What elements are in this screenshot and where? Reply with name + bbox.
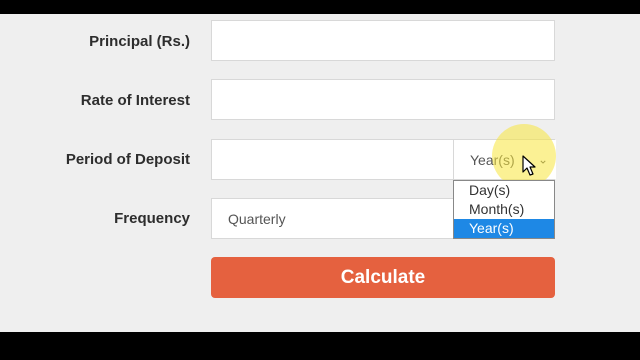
frequency-value: Quarterly <box>228 210 286 227</box>
principal-input[interactable] <box>211 20 555 61</box>
mouse-pointer-icon <box>522 155 536 176</box>
option-days[interactable]: Day(s) <box>454 181 554 200</box>
bottom-bar <box>0 332 640 360</box>
option-months[interactable]: Month(s) <box>454 200 554 219</box>
period-label: Period of Deposit <box>65 151 190 168</box>
calculate-button[interactable]: Calculate <box>211 257 555 298</box>
rate-label: Rate of Interest <box>80 92 190 109</box>
frequency-label: Frequency <box>114 210 190 227</box>
principal-label: Principal (Rs.) <box>89 33 190 50</box>
option-years[interactable]: Year(s) <box>454 219 554 238</box>
period-unit-dropdown: Day(s) Month(s) Year(s) <box>453 180 555 239</box>
rate-input[interactable] <box>211 79 555 120</box>
